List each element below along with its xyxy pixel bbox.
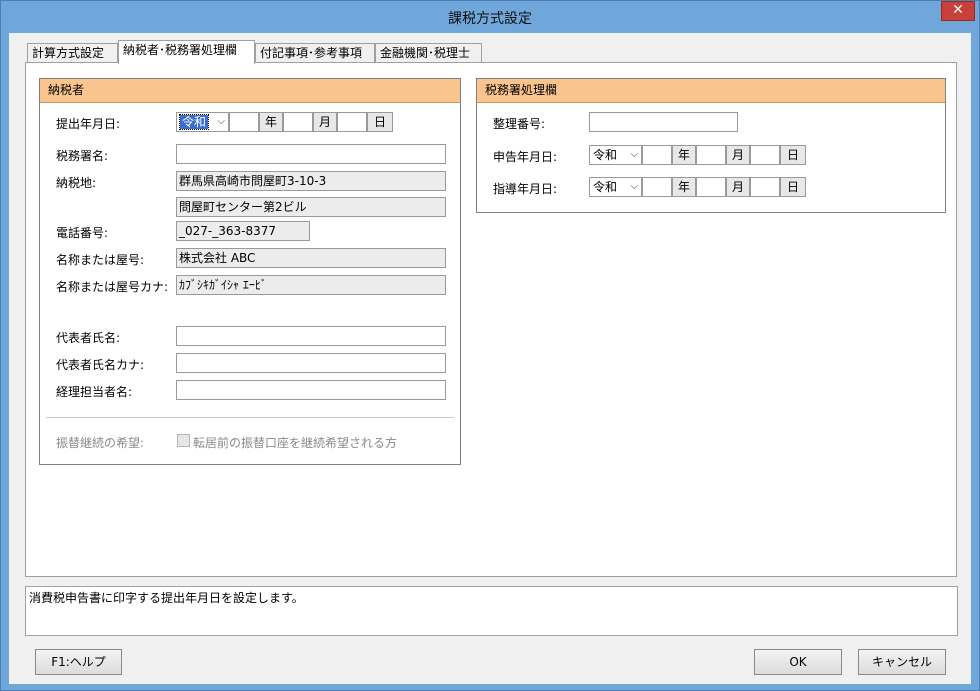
- report-era-value: 令和: [593, 148, 618, 162]
- name-field: 株式会社 ABC: [176, 248, 446, 268]
- report-date-label: 申告年月日:: [493, 150, 558, 164]
- ref-no-label: 整理番号:: [493, 117, 546, 131]
- submit-date-label: 提出年月日:: [56, 117, 121, 131]
- status-message: 消費税申告書に印字する提出年月日を設定します。: [25, 586, 958, 636]
- guidance-day-input[interactable]: [750, 177, 780, 197]
- report-day-input[interactable]: [750, 145, 780, 165]
- window-title: 課税方式設定: [448, 11, 532, 27]
- cancel-button[interactable]: キャンセル: [858, 649, 946, 675]
- tab-calc-method[interactable]: 計算方式設定: [27, 43, 118, 63]
- name-kana-label: 名称または屋号カナ:: [56, 280, 169, 294]
- tab-panel: 納税者 提出年月日: 令和 ⌵ 年 月 日 税務署名: 納税地: 群馬県高崎市問…: [25, 62, 957, 577]
- ref-no-input[interactable]: [589, 112, 738, 132]
- help-button[interactable]: F1:ヘルプ: [35, 649, 122, 675]
- tax-office-label: 税務署名:: [56, 149, 109, 163]
- divider: [46, 417, 454, 418]
- phone-label: 電話番号:: [56, 226, 109, 240]
- close-icon[interactable]: ✕: [941, 1, 975, 21]
- report-year-unit: 年: [672, 145, 696, 165]
- taxpayer-header: 納税者: [40, 79, 460, 103]
- tab-notes[interactable]: 付記事項･参考事項: [255, 43, 375, 63]
- accountant-input[interactable]: [176, 380, 446, 400]
- address-line1-field: 群馬県高崎市問屋町3-10-3: [176, 171, 446, 191]
- name-label: 名称または屋号:: [56, 253, 145, 267]
- report-era-select[interactable]: 令和 ⌵: [589, 145, 642, 165]
- rep-kana-input[interactable]: [176, 353, 446, 373]
- ok-button[interactable]: OK: [754, 649, 842, 675]
- rep-name-input[interactable]: [176, 326, 446, 346]
- tab-bank[interactable]: 金融機関･税理士: [375, 43, 482, 63]
- submit-month-unit: 月: [313, 112, 337, 132]
- accountant-label: 経理担当者名:: [56, 385, 133, 399]
- tax-office-input[interactable]: [176, 144, 446, 164]
- rep-name-label: 代表者氏名:: [56, 331, 121, 345]
- guidance-month-input[interactable]: [696, 177, 726, 197]
- transfer-label: 振替継続の希望:: [56, 436, 145, 450]
- report-month-unit: 月: [726, 145, 750, 165]
- address-line2-field: 問屋町センター第2ビル: [176, 197, 446, 217]
- tax-office-group: 税務署処理欄 整理番号: 申告年月日: 令和 ⌵ 年 月 日 指導年月日: 令和…: [476, 78, 946, 213]
- tax-office-header: 税務署処理欄: [477, 79, 945, 103]
- report-day-unit: 日: [780, 145, 806, 165]
- submit-month-input[interactable]: [283, 112, 313, 132]
- guidance-era-select[interactable]: 令和 ⌵: [589, 177, 642, 197]
- taxpayer-group: 納税者 提出年月日: 令和 ⌵ 年 月 日 税務署名: 納税地: 群馬県高崎市問…: [39, 78, 461, 465]
- report-month-input[interactable]: [696, 145, 726, 165]
- transfer-checkbox-label: 転居前の振替口座を継続希望される方: [193, 436, 398, 450]
- name-kana-field: ｶﾌﾞｼｷｶﾞｲｼｬ ｴｰﾋﾞ: [176, 275, 446, 295]
- transfer-checkbox[interactable]: [177, 434, 190, 447]
- phone-field: _027-_363-8377: [176, 221, 310, 241]
- guidance-year-input[interactable]: [642, 177, 672, 197]
- submit-year-input[interactable]: [229, 112, 259, 132]
- chevron-down-icon: ⌵: [217, 116, 225, 127]
- dialog-window: 課税方式設定 ✕ 計算方式設定 納税者･税務署処理欄 付記事項･参考事項 金融機…: [0, 0, 980, 691]
- guidance-era-value: 令和: [593, 180, 618, 194]
- dialog-client: 計算方式設定 納税者･税務署処理欄 付記事項･参考事項 金融機関･税理士 納税者…: [9, 33, 971, 684]
- guidance-year-unit: 年: [672, 177, 696, 197]
- submit-era-select[interactable]: 令和 ⌵: [176, 112, 229, 132]
- chevron-down-icon: ⌵: [630, 149, 638, 160]
- guidance-month-unit: 月: [726, 177, 750, 197]
- report-year-input[interactable]: [642, 145, 672, 165]
- chevron-down-icon: ⌵: [630, 181, 638, 192]
- submit-era-value: 令和: [178, 114, 210, 130]
- title-bar: 課税方式設定 ✕: [1, 1, 979, 33]
- address-label: 納税地:: [56, 176, 97, 190]
- submit-year-unit: 年: [259, 112, 283, 132]
- tab-taxpayer[interactable]: 納税者･税務署処理欄: [118, 40, 255, 64]
- guidance-day-unit: 日: [780, 177, 806, 197]
- submit-day-unit: 日: [367, 112, 393, 132]
- rep-kana-label: 代表者氏名カナ:: [56, 358, 145, 372]
- submit-day-input[interactable]: [337, 112, 367, 132]
- guidance-date-label: 指導年月日:: [493, 182, 558, 196]
